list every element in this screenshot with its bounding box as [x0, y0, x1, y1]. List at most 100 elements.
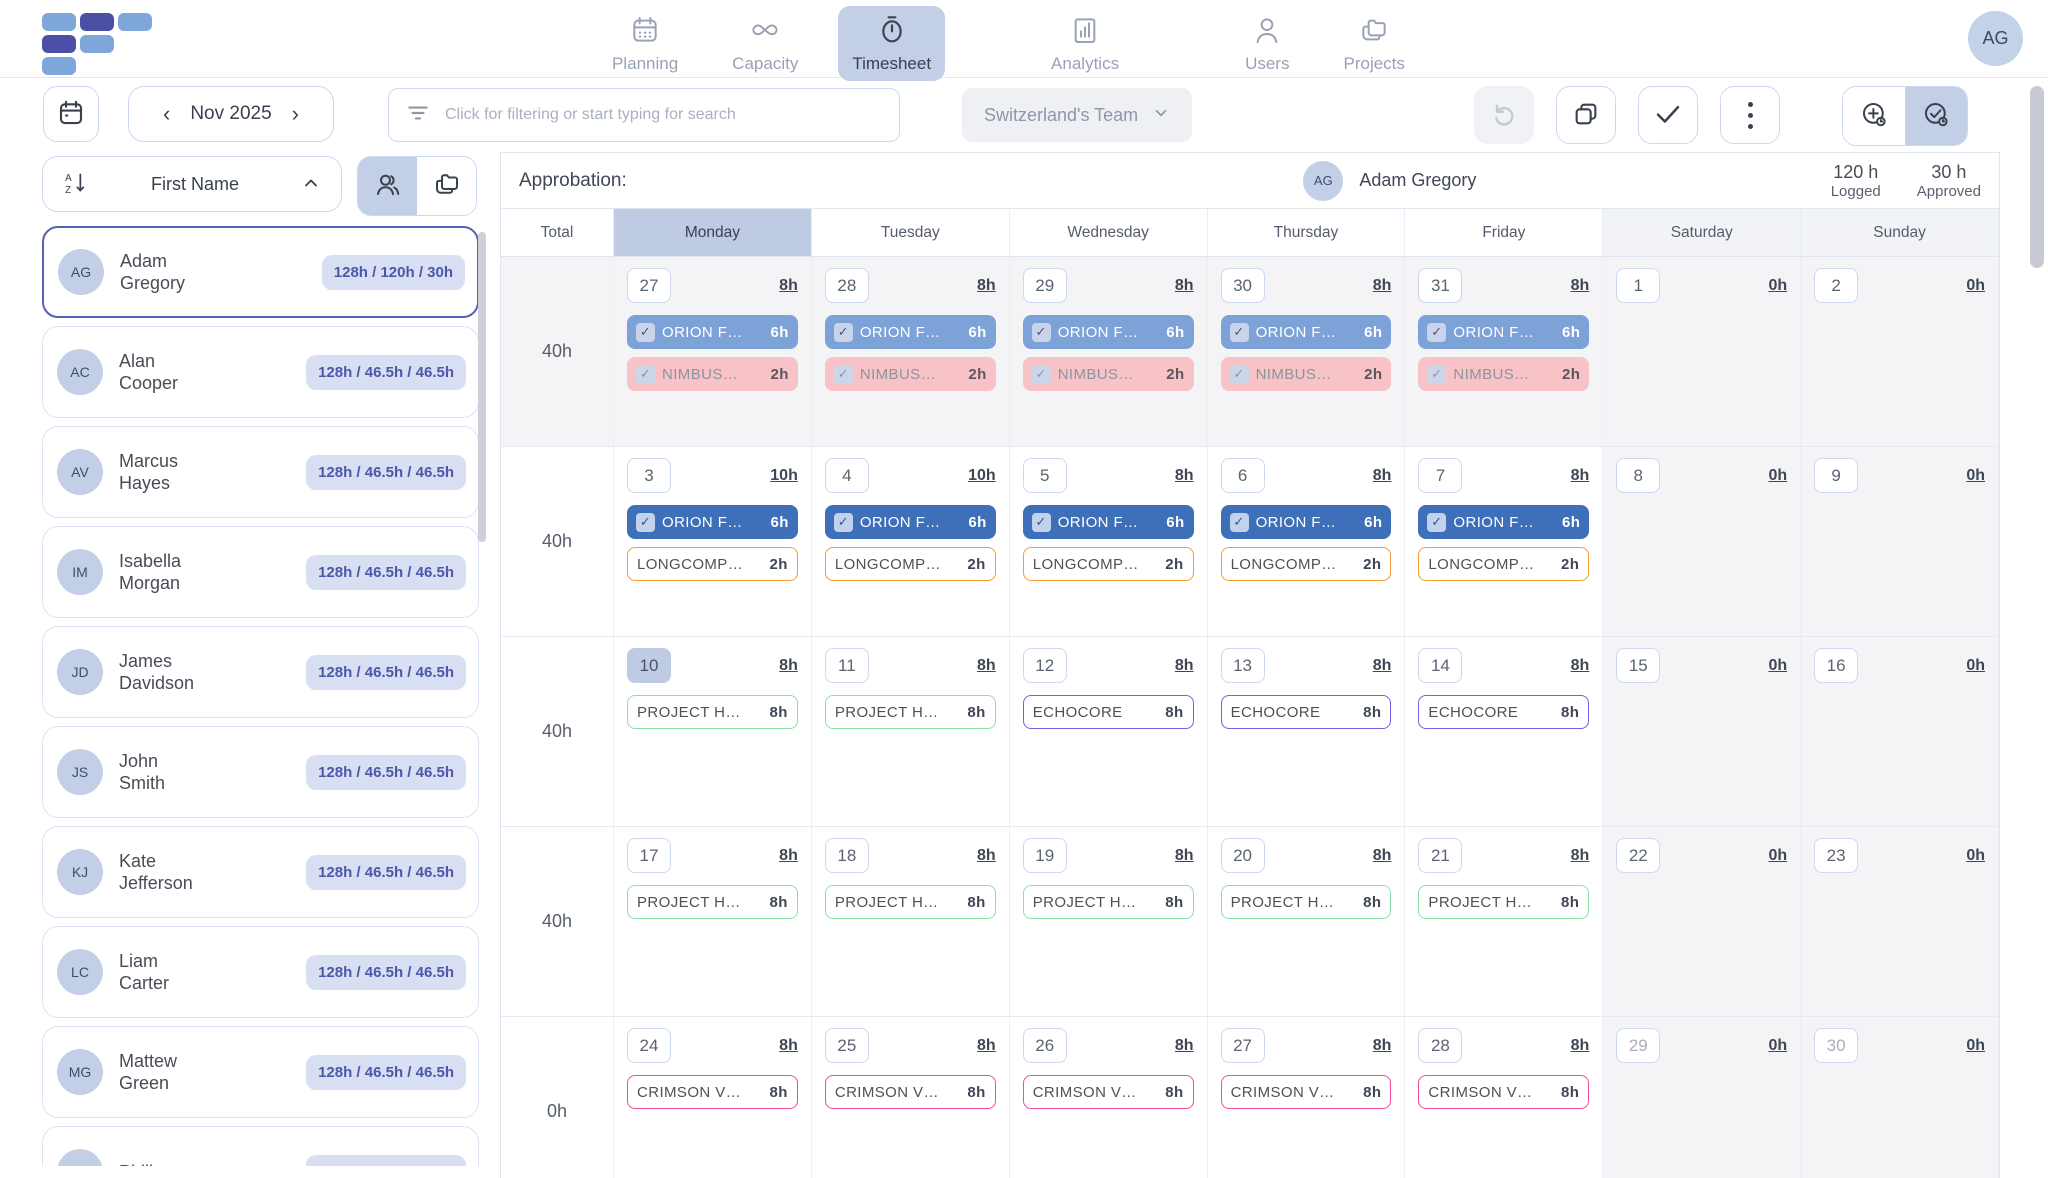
day-total-hours[interactable]: 8h: [977, 1037, 996, 1055]
time-entry[interactable]: ✓NIMBUS…2h: [1221, 357, 1392, 391]
time-entry[interactable]: PROJECT H…8h: [825, 695, 996, 729]
time-entry[interactable]: ECHOCORE8h: [1023, 695, 1194, 729]
person-card[interactable]: AVMarcusHayes128h / 46.5h / 46.5h: [42, 426, 479, 518]
time-entry[interactable]: ✓ORION F…6h: [627, 315, 798, 349]
day-column-header[interactable]: Thursday: [1208, 209, 1406, 257]
day-total-hours[interactable]: 8h: [1175, 467, 1194, 485]
nav-item-timesheet[interactable]: Timesheet: [838, 6, 945, 81]
day-cell[interactable]: 90h: [1801, 447, 1999, 637]
day-total-hours[interactable]: 0h: [1966, 1037, 1985, 1055]
day-cell[interactable]: 410h✓ORION F…6hLONGCOMP…2h: [812, 447, 1010, 637]
time-entry[interactable]: PROJECT H…8h: [1418, 885, 1589, 919]
day-cell[interactable]: 288h✓ORION F…6h✓NIMBUS…2h: [812, 257, 1010, 447]
day-cell[interactable]: 68h✓ORION F…6hLONGCOMP…2h: [1208, 447, 1406, 637]
time-entry[interactable]: ✓ORION F…6h: [825, 315, 996, 349]
time-entry[interactable]: ✓ORION F…6h: [627, 505, 798, 539]
day-cell[interactable]: 298h✓ORION F…6h✓NIMBUS…2h: [1010, 257, 1208, 447]
day-total-hours[interactable]: 0h: [1768, 467, 1787, 485]
day-total-hours[interactable]: 8h: [779, 277, 798, 295]
time-entry[interactable]: ✓ORION F…6h: [1418, 505, 1589, 539]
time-entry[interactable]: LONGCOMP…2h: [627, 547, 798, 581]
day-cell[interactable]: 188hPROJECT H…8h: [812, 827, 1010, 1017]
day-cell[interactable]: 150h: [1603, 637, 1801, 827]
day-cell[interactable]: 20h: [1801, 257, 1999, 447]
next-month-button[interactable]: ›: [290, 103, 301, 125]
people-view-button[interactable]: [358, 157, 417, 215]
day-cell[interactable]: 218hPROJECT H…8h: [1405, 827, 1603, 1017]
approved-checkbox-icon[interactable]: ✓: [1427, 513, 1446, 532]
filter-input[interactable]: [445, 106, 883, 124]
nav-item-projects[interactable]: Projects: [1329, 6, 1418, 81]
day-cell[interactable]: 160h: [1801, 637, 1999, 827]
prev-month-button[interactable]: ‹: [161, 103, 172, 125]
day-total-hours[interactable]: 8h: [977, 277, 996, 295]
time-entry[interactable]: PROJECT H…8h: [1221, 885, 1392, 919]
nav-item-analytics[interactable]: Analytics: [1037, 6, 1133, 81]
day-total-hours[interactable]: 8h: [1571, 467, 1590, 485]
day-total-hours[interactable]: 8h: [1373, 847, 1392, 865]
user-avatar[interactable]: AG: [1968, 11, 2023, 66]
time-entry[interactable]: LONGCOMP…2h: [825, 547, 996, 581]
day-total-hours[interactable]: 8h: [779, 847, 798, 865]
nav-item-capacity[interactable]: Capacity: [718, 6, 812, 81]
day-total-hours[interactable]: 8h: [1175, 1037, 1194, 1055]
approved-checkbox-icon[interactable]: ✓: [834, 513, 853, 532]
approved-checkbox-icon[interactable]: ✓: [636, 365, 655, 384]
day-total-hours[interactable]: 8h: [1175, 847, 1194, 865]
time-entry[interactable]: ✓NIMBUS…2h: [825, 357, 996, 391]
time-entry[interactable]: ✓NIMBUS…2h: [1418, 357, 1589, 391]
day-column-header[interactable]: Friday: [1405, 209, 1603, 257]
approved-checkbox-icon[interactable]: ✓: [1230, 513, 1249, 532]
time-entry[interactable]: PROJECT H…8h: [627, 885, 798, 919]
approve-all-button[interactable]: [1638, 86, 1698, 144]
time-entry[interactable]: CRIMSON V…8h: [1418, 1075, 1589, 1109]
approved-checkbox-icon[interactable]: ✓: [636, 513, 655, 532]
day-cell[interactable]: 268hCRIMSON V…8h: [1010, 1017, 1208, 1178]
day-total-hours[interactable]: 8h: [977, 657, 996, 675]
day-cell[interactable]: 230h: [1801, 827, 1999, 1017]
day-cell[interactable]: 118hPROJECT H…8h: [812, 637, 1010, 827]
window-scrollbar[interactable]: [2030, 86, 2044, 268]
day-total-hours[interactable]: 0h: [1768, 657, 1787, 675]
day-total-hours[interactable]: 8h: [1571, 1037, 1590, 1055]
time-entry[interactable]: CRIMSON V…8h: [1023, 1075, 1194, 1109]
day-total-hours[interactable]: 0h: [1768, 847, 1787, 865]
day-cell[interactable]: 108hPROJECT H…8h: [614, 637, 812, 827]
time-entry[interactable]: ✓ORION F…6h: [1023, 315, 1194, 349]
day-cell[interactable]: 208hPROJECT H…8h: [1208, 827, 1406, 1017]
day-total-hours[interactable]: 0h: [1966, 277, 1985, 295]
day-total-hours[interactable]: 8h: [1373, 657, 1392, 675]
time-entry[interactable]: ✓ORION F…6h: [1418, 315, 1589, 349]
day-total-hours[interactable]: 8h: [1571, 847, 1590, 865]
time-entry[interactable]: ✓ORION F…6h: [1221, 505, 1392, 539]
day-total-hours[interactable]: 8h: [1175, 657, 1194, 675]
time-entry[interactable]: ECHOCORE8h: [1221, 695, 1392, 729]
person-card[interactable]: MGMattewGreen128h / 46.5h / 46.5h: [42, 1026, 479, 1118]
day-total-hours[interactable]: 0h: [1966, 657, 1985, 675]
time-entry[interactable]: LONGCOMP…2h: [1221, 547, 1392, 581]
person-card[interactable]: KJKateJefferson128h / 46.5h / 46.5h: [42, 826, 479, 918]
team-selector[interactable]: Switzerland's Team: [962, 88, 1192, 142]
day-cell[interactable]: 220h: [1603, 827, 1801, 1017]
time-entry[interactable]: PROJECT H…8h: [825, 885, 996, 919]
day-cell[interactable]: 78h✓ORION F…6hLONGCOMP…2h: [1405, 447, 1603, 637]
day-column-header[interactable]: Saturday: [1603, 209, 1801, 257]
day-column-header[interactable]: Sunday: [1801, 209, 1999, 257]
day-total-hours[interactable]: 8h: [977, 847, 996, 865]
day-total-hours[interactable]: 8h: [779, 657, 798, 675]
day-cell[interactable]: 258hCRIMSON V…8h: [812, 1017, 1010, 1178]
approved-checkbox-icon[interactable]: ✓: [1427, 323, 1446, 342]
approved-checkbox-icon[interactable]: ✓: [1230, 365, 1249, 384]
day-column-header[interactable]: Wednesday: [1010, 209, 1208, 257]
nav-item-users[interactable]: Users: [1231, 6, 1303, 81]
time-entry[interactable]: ✓ORION F…6h: [1023, 505, 1194, 539]
group-view-button[interactable]: [417, 157, 476, 215]
day-total-hours[interactable]: 8h: [1373, 277, 1392, 295]
time-entry[interactable]: CRIMSON V…8h: [627, 1075, 798, 1109]
undo-button[interactable]: [1474, 86, 1534, 144]
day-cell[interactable]: 58h✓ORION F…6hLONGCOMP…2h: [1010, 447, 1208, 637]
time-entry[interactable]: ✓NIMBUS…2h: [1023, 357, 1194, 391]
day-cell[interactable]: 138hECHOCORE8h: [1208, 637, 1406, 827]
day-cell[interactable]: 148hECHOCORE8h: [1405, 637, 1603, 827]
day-total-hours[interactable]: 0h: [1966, 847, 1985, 865]
